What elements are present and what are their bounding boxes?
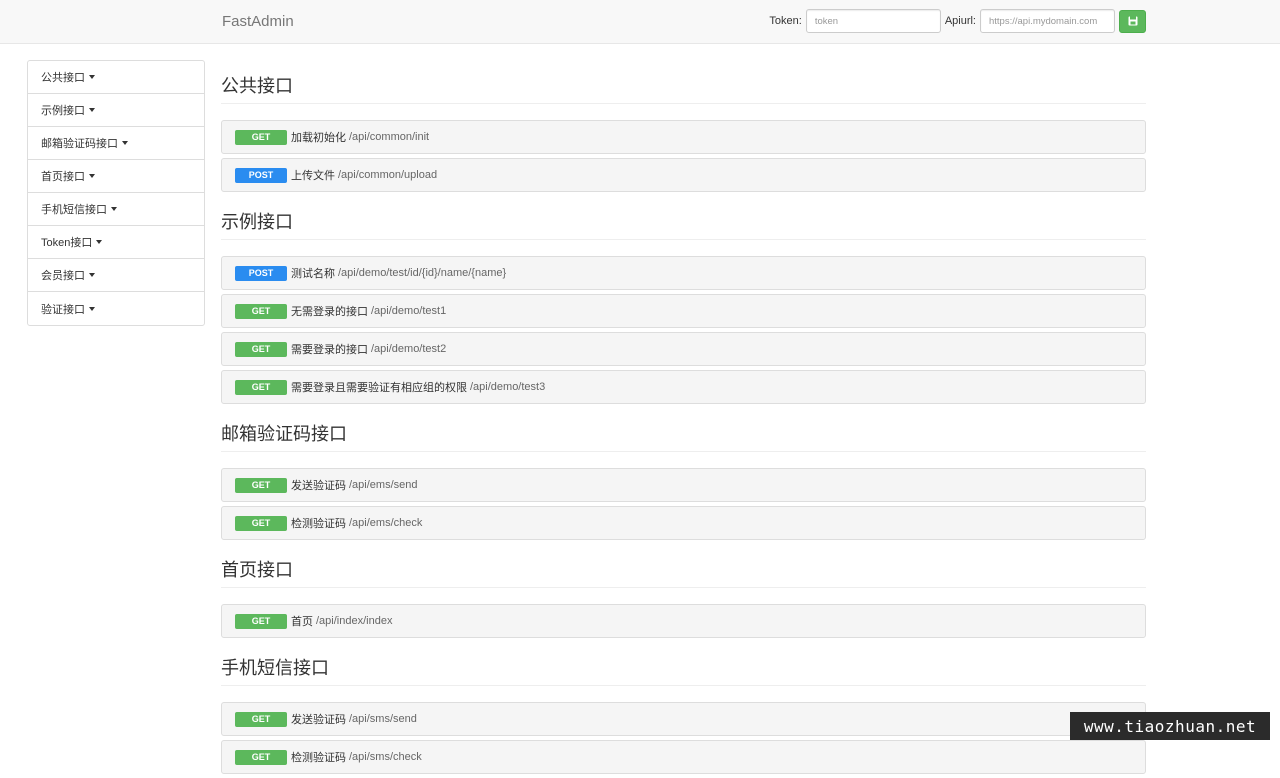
endpoint-path: /api/sms/check — [349, 751, 422, 763]
endpoint-path: /api/demo/test2 — [371, 343, 446, 355]
caret-down-icon — [89, 307, 95, 311]
endpoint-path: /api/demo/test1 — [371, 305, 446, 317]
endpoint-row[interactable]: GET 需要登录且需要验证有相应组的权限/api/demo/test3 — [221, 370, 1146, 404]
sidebar: 公共接口示例接口邮箱验证码接口首页接口手机短信接口 Token接口会员接口验证接口 — [27, 60, 205, 326]
sidebar-item[interactable]: Token接口 — [28, 226, 204, 259]
endpoint-title: 发送验证码 — [291, 711, 346, 727]
endpoint-group: POST 测试名称/api/demo/test/id/{id}/name/{nam… — [221, 256, 1146, 404]
endpoint-row[interactable]: GET 需要登录的接口/api/demo/test2 — [221, 332, 1146, 366]
method-badge: GET — [235, 304, 287, 319]
endpoint-path: /api/ems/check — [349, 517, 422, 529]
endpoint-group: GET 加载初始化/api/common/init POST 上传文件/api/com… — [221, 120, 1146, 192]
section-title: 邮箱验证码接口 — [221, 408, 1146, 452]
endpoint-row[interactable]: GET 检测验证码/api/ems/check — [221, 506, 1146, 540]
sidebar-item-label: 验证接口 — [41, 301, 85, 317]
sidebar-item-label: 手机短信接口 — [41, 201, 107, 217]
endpoint-path: /api/index/index — [316, 615, 392, 627]
method-badge: GET — [235, 130, 287, 145]
endpoint-title: 无需登录的接口 — [291, 303, 368, 319]
floppy-disk-icon — [1128, 16, 1138, 26]
token-input[interactable]: token — [806, 9, 941, 33]
endpoint-row[interactable]: GET 首页/api/index/index — [221, 604, 1146, 638]
endpoint-group: GET 首页/api/index/index — [221, 604, 1146, 638]
endpoint-title: 发送验证码 — [291, 477, 346, 493]
endpoint-path: /api/common/upload — [338, 169, 437, 181]
endpoint-title: 加载初始化 — [291, 129, 346, 145]
endpoint-title: 上传文件 — [291, 167, 335, 183]
caret-down-icon — [89, 273, 95, 277]
method-badge: POST — [235, 266, 287, 281]
endpoint-row[interactable]: GET 检测验证码/api/sms/check — [221, 740, 1146, 774]
section-title: 首页接口 — [221, 544, 1146, 588]
endpoint-group: GET 发送验证码/api/sms/send GET 检测验证码/api/sms/ch… — [221, 702, 1146, 774]
api-settings-form: Token: token Apiurl: https://api.mydomai… — [769, 9, 1146, 33]
save-button[interactable] — [1119, 10, 1146, 33]
endpoint-path: /api/demo/test3 — [470, 381, 545, 393]
method-badge: GET — [235, 750, 287, 765]
caret-down-icon — [89, 75, 95, 79]
method-badge: GET — [235, 712, 287, 727]
endpoint-group: GET 发送验证码/api/ems/send GET 检测验证码/api/ems/ch… — [221, 468, 1146, 540]
sidebar-item-label: 首页接口 — [41, 168, 85, 184]
apiurl-input[interactable]: https://api.mydomain.com — [980, 9, 1115, 33]
main-content: 公共接口 GET 加载初始化/api/common/init POST 上传文件/api… — [221, 60, 1146, 778]
section-title: 示例接口 — [221, 196, 1146, 240]
endpoint-row[interactable]: GET 发送验证码/api/ems/send — [221, 468, 1146, 502]
endpoint-title: 检测验证码 — [291, 515, 346, 531]
endpoint-path: /api/demo/test/id/{id}/name/{name} — [338, 267, 506, 279]
section-title: 手机短信接口 — [221, 642, 1146, 686]
caret-down-icon — [89, 174, 95, 178]
method-badge: POST — [235, 168, 287, 183]
endpoint-title: 需要登录的接口 — [291, 341, 368, 357]
method-badge: GET — [235, 614, 287, 629]
sidebar-item-label: 邮箱验证码接口 — [41, 135, 118, 151]
sidebar-item[interactable]: 验证接口 — [28, 292, 204, 325]
endpoint-row[interactable]: POST 测试名称/api/demo/test/id/{id}/name/{nam… — [221, 256, 1146, 290]
sidebar-item[interactable]: 示例接口 — [28, 94, 204, 127]
endpoint-title: 检测验证码 — [291, 749, 346, 765]
sidebar-item-label: 示例接口 — [41, 102, 85, 118]
token-label: Token: — [769, 15, 801, 27]
caret-down-icon — [96, 240, 102, 244]
endpoint-row[interactable]: POST 上传文件/api/common/upload — [221, 158, 1146, 192]
sidebar-item-label: 会员接口 — [41, 267, 85, 283]
sidebar-item[interactable]: 公共接口 — [28, 61, 204, 94]
sidebar-item-label: 公共接口 — [41, 69, 85, 85]
sidebar-item[interactable]: 首页接口 — [28, 160, 204, 193]
caret-down-icon — [111, 207, 117, 211]
section-title: 公共接口 — [221, 60, 1146, 104]
sidebar-item[interactable]: 会员接口 — [28, 259, 204, 292]
apiurl-label: Apiurl: — [945, 15, 976, 27]
endpoint-path: /api/sms/send — [349, 713, 417, 725]
endpoint-row[interactable]: GET 加载初始化/api/common/init — [221, 120, 1146, 154]
endpoint-row[interactable]: GET 无需登录的接口/api/demo/test1 — [221, 294, 1146, 328]
endpoint-row[interactable]: GET 发送验证码/api/sms/send — [221, 702, 1146, 736]
endpoint-title: 首页 — [291, 613, 313, 629]
caret-down-icon — [89, 108, 95, 112]
endpoint-path: /api/common/init — [349, 131, 429, 143]
caret-down-icon — [122, 141, 128, 145]
endpoint-path: /api/ems/send — [349, 479, 417, 491]
method-badge: GET — [235, 478, 287, 493]
top-navbar: FastAdmin Token: token Apiurl: https://a… — [0, 0, 1280, 44]
method-badge: GET — [235, 342, 287, 357]
brand-title[interactable]: FastAdmin — [222, 13, 294, 30]
sidebar-item-label: Token接口 — [41, 234, 92, 250]
method-badge: GET — [235, 516, 287, 531]
sidebar-item[interactable]: 邮箱验证码接口 — [28, 127, 204, 160]
endpoint-title: 需要登录且需要验证有相应组的权限 — [291, 379, 467, 395]
watermark: www.tiaozhuan.net — [1070, 712, 1270, 740]
sidebar-item[interactable]: 手机短信接口 — [28, 193, 204, 226]
endpoint-title: 测试名称 — [291, 265, 335, 281]
method-badge: GET — [235, 380, 287, 395]
